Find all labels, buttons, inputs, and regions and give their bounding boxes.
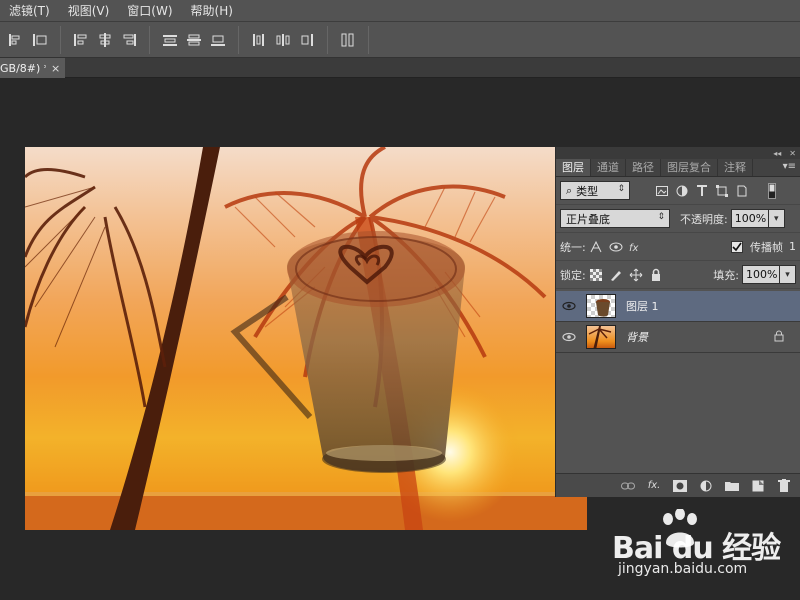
- tab-channels[interactable]: 通道: [591, 159, 626, 176]
- auto-align-icon[interactable]: [339, 31, 357, 49]
- align-top-edges-icon[interactable]: [72, 31, 90, 49]
- align-h-centers-icon[interactable]: [31, 31, 49, 49]
- lock-label: 锁定:: [560, 268, 586, 282]
- menu-filter[interactable]: 滤镜(T): [0, 0, 59, 22]
- align-v-centers-icon[interactable]: [96, 31, 114, 49]
- unify-style-icon[interactable]: fx: [628, 239, 644, 255]
- filter-kind-label: 类型: [576, 184, 599, 198]
- distribute-bottom-icon[interactable]: [209, 31, 227, 49]
- distribute-right-icon[interactable]: [298, 31, 316, 49]
- opacity-dropdown-icon[interactable]: ▾: [768, 209, 785, 228]
- menu-bar: 滤镜(T) 视图(V) 窗口(W) 帮助(H): [0, 0, 800, 22]
- unify-position-icon[interactable]: [588, 239, 604, 255]
- collapse-panel-icon[interactable]: ◂◂: [773, 149, 781, 158]
- close-tab-icon[interactable]: ×: [51, 62, 60, 75]
- separator: [327, 25, 328, 54]
- separator: [238, 25, 239, 54]
- menu-window[interactable]: 窗口(W): [118, 0, 181, 22]
- propagate-frame-checkbox[interactable]: [729, 239, 745, 255]
- fx-icon[interactable]: fx.: [646, 479, 662, 493]
- unify-visibility-icon[interactable]: [608, 239, 624, 255]
- blend-row: 正片叠底 ⇕ 不透明度: 100% ▾: [556, 205, 800, 233]
- lock-all-icon[interactable]: [648, 267, 664, 283]
- shape-filter-icon[interactable]: [714, 183, 730, 199]
- palm-trunk-left: [110, 147, 220, 530]
- coffee-cup: [230, 231, 465, 473]
- fill-dropdown-icon[interactable]: ▾: [780, 265, 796, 284]
- panel-header: ◂◂ ✕: [556, 147, 800, 159]
- layer-name: 图层 1: [626, 300, 659, 313]
- distribute-top-icon[interactable]: [161, 31, 179, 49]
- pixel-filter-icon[interactable]: [654, 183, 670, 199]
- search-icon: ⌕: [566, 183, 573, 197]
- menu-view[interactable]: 视图(V): [59, 0, 119, 22]
- adjustment-filter-icon[interactable]: [674, 183, 690, 199]
- chevron-updown-icon: ⇕: [657, 212, 665, 222]
- filter-kind-select[interactable]: ⌕ 类型 ⇕: [560, 181, 630, 200]
- watermark: Bai du 经验 jingyan.baidu.com: [612, 509, 792, 585]
- layers-list: 图层 1 背景: [556, 291, 800, 353]
- type-filter-icon[interactable]: [694, 183, 710, 199]
- fill-input[interactable]: 100%: [742, 265, 780, 284]
- distribute-left-icon[interactable]: [250, 31, 268, 49]
- lock-icon: [774, 330, 784, 345]
- folder-icon[interactable]: [724, 479, 740, 493]
- mask-icon[interactable]: [672, 479, 688, 493]
- tab-layer-comps[interactable]: 图层复合: [661, 159, 718, 176]
- close-panel-icon[interactable]: ✕: [789, 149, 796, 158]
- lock-transparent-icon[interactable]: [588, 267, 604, 283]
- tab-paths[interactable]: 路径: [626, 159, 661, 176]
- propagate-frame-label: 传播帧: [750, 240, 783, 254]
- document-tab[interactable]: GB/8#) * ×: [0, 58, 65, 78]
- lock-row: 锁定: 填充: 100% ▾: [556, 261, 800, 289]
- canvas-artwork: [25, 147, 587, 530]
- lock-move-icon[interactable]: [628, 267, 644, 283]
- filter-toggle-icon[interactable]: [764, 182, 780, 199]
- tab-layers[interactable]: 图层: [556, 159, 591, 176]
- svg-text:fx: fx: [629, 243, 639, 253]
- layer-name: 背景: [626, 331, 648, 344]
- unify-row: 统一: fx 传播帧 1: [556, 233, 800, 261]
- blend-mode-select[interactable]: 正片叠底 ⇕: [560, 209, 670, 228]
- options-bar: [0, 22, 800, 58]
- document-tab-strip: GB/8#) * ×: [0, 58, 800, 78]
- separator: [149, 25, 150, 54]
- watermark-site: jingyan.baidu.com: [618, 561, 748, 577]
- layer-thumbnail: [586, 325, 616, 349]
- unify-label: 统一:: [560, 240, 586, 254]
- tab-notes[interactable]: 注释: [718, 159, 753, 176]
- panel-bottom-bar: fx.: [556, 473, 800, 497]
- fill-label: 填充:: [713, 268, 739, 282]
- document-tab-title: GB/8#) *: [0, 61, 46, 75]
- layer-filter-row: ⌕ 类型 ⇕: [556, 177, 800, 205]
- lock-brush-icon[interactable]: [608, 267, 624, 283]
- layers-panel: ◂◂ ✕ 图层 通道 路径 图层复合 注释 ▾≡ ⌕ 类型 ⇕ 正片叠底 ⇕ 不…: [555, 147, 800, 497]
- separator: [60, 25, 61, 54]
- distribute-v-centers-icon[interactable]: [185, 31, 203, 49]
- menu-help[interactable]: 帮助(H): [182, 0, 242, 22]
- propagate-frame-value: 1: [789, 240, 796, 253]
- eye-icon[interactable]: [556, 332, 582, 342]
- palm-fronds-left: [25, 168, 167, 408]
- link-icon[interactable]: [620, 479, 636, 493]
- panel-menu-icon[interactable]: ▾≡: [783, 161, 796, 172]
- adjustment-icon[interactable]: [698, 479, 714, 493]
- align-left-edges-icon[interactable]: [7, 31, 25, 49]
- layer-thumbnail: [586, 294, 616, 318]
- separator: [368, 25, 369, 54]
- distribute-h-centers-icon[interactable]: [274, 31, 292, 49]
- new-layer-icon[interactable]: [750, 479, 766, 493]
- smart-object-filter-icon[interactable]: [734, 183, 750, 199]
- layer-row[interactable]: 背景: [556, 322, 800, 353]
- chevron-updown-icon: ⇕: [617, 184, 625, 194]
- opacity-input[interactable]: 100%: [730, 209, 769, 228]
- trash-icon[interactable]: [776, 479, 792, 493]
- document-canvas[interactable]: [25, 147, 587, 530]
- panel-tabs: 图层 通道 路径 图层复合 注释 ▾≡: [556, 159, 800, 177]
- opacity-label: 不透明度:: [680, 212, 728, 226]
- layer-row[interactable]: 图层 1: [556, 291, 800, 322]
- align-bottom-edges-icon[interactable]: [120, 31, 138, 49]
- blend-mode-value: 正片叠底: [566, 212, 610, 226]
- eye-icon[interactable]: [556, 301, 582, 311]
